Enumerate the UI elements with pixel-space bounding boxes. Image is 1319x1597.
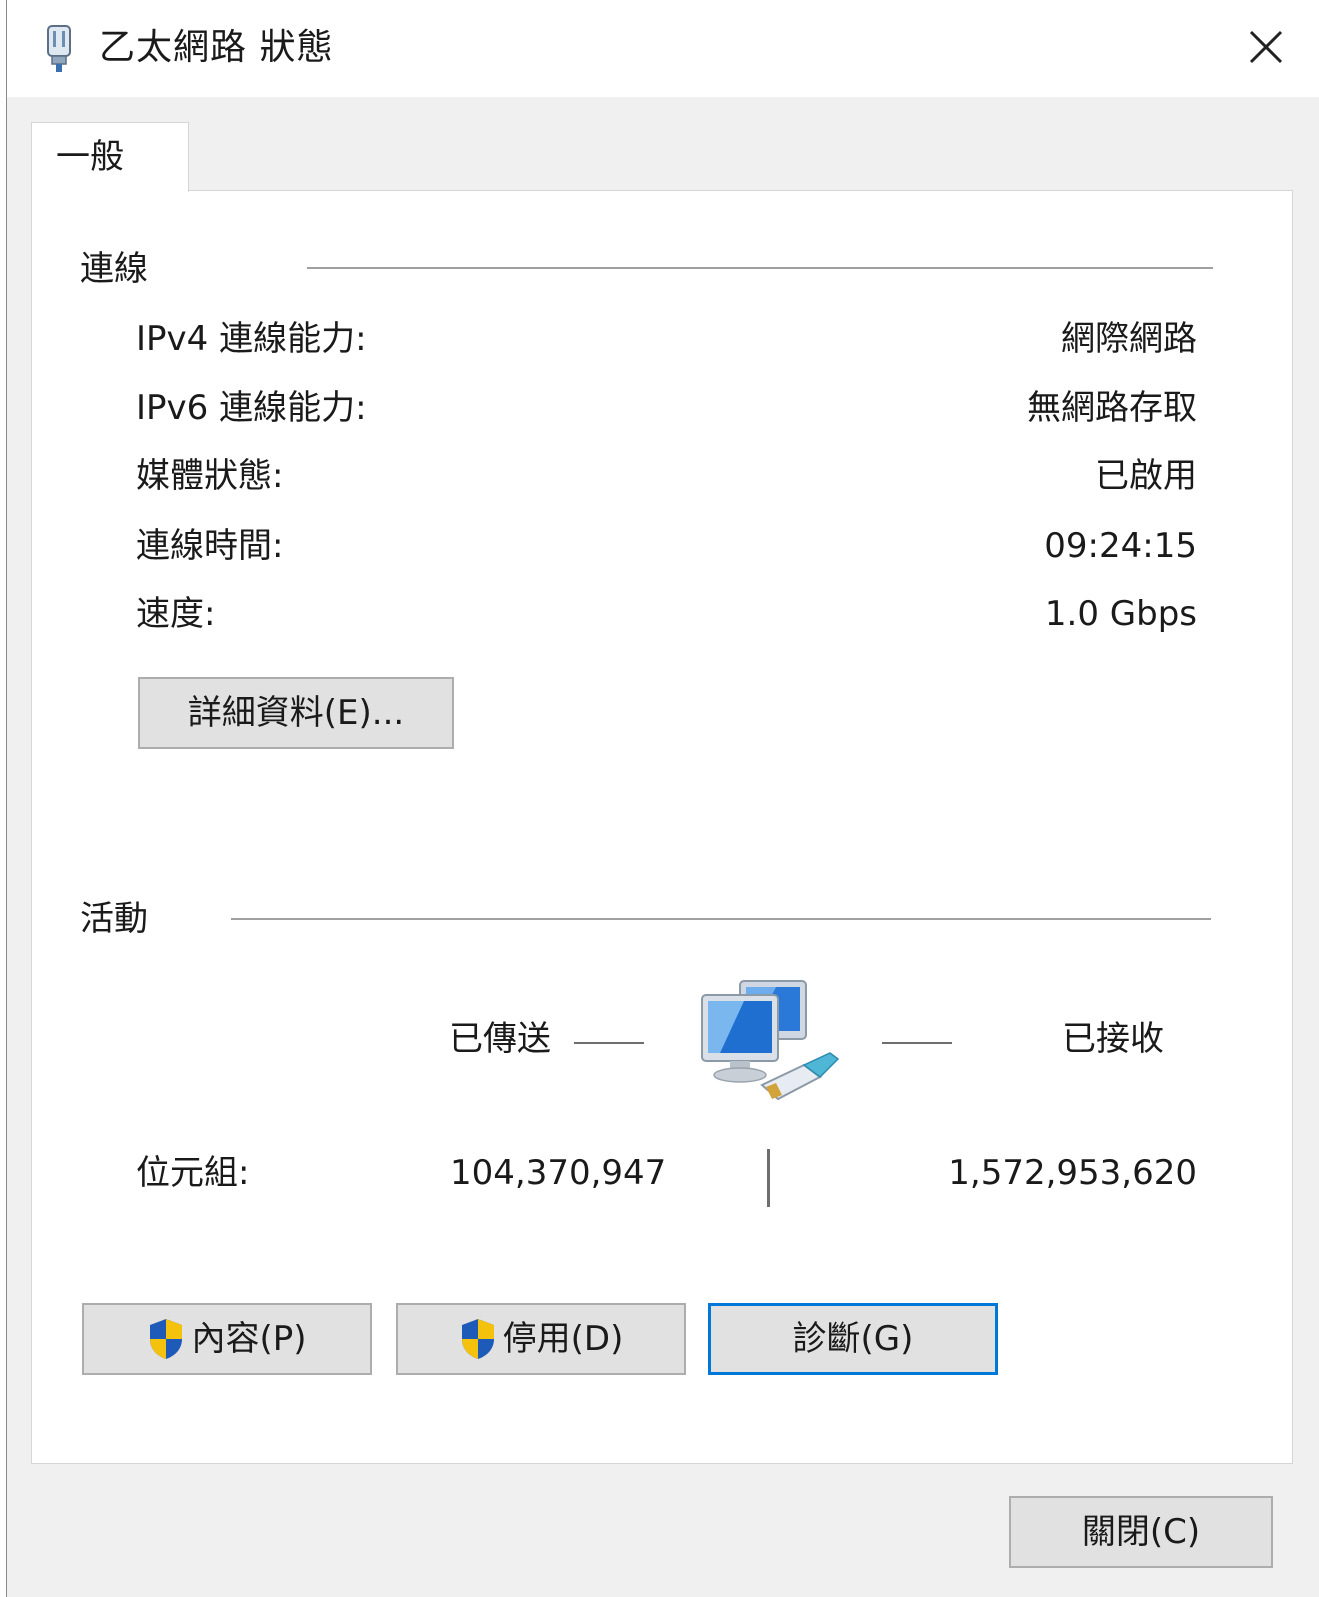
ethernet-adapter-icon xyxy=(47,25,71,72)
details-button-label: 詳細資料(E)... xyxy=(187,693,405,733)
properties-button-label: 內容(P) xyxy=(191,1319,307,1359)
disable-button[interactable]: 停用(D) xyxy=(396,1303,686,1375)
bytes-divider xyxy=(767,1149,770,1207)
duration-label: 連線時間: xyxy=(136,526,284,566)
tab-panel-general: 連線 IPv4 連線能力: 網際網路 IPv6 連線能力: 無網路存取 媒體狀態… xyxy=(31,190,1293,1464)
details-button[interactable]: 詳細資料(E)... xyxy=(138,677,454,749)
sent-dash xyxy=(574,1042,644,1044)
ipv4-value: 網際網路 xyxy=(1061,319,1197,359)
close-button-label: 關閉(C) xyxy=(1081,1512,1201,1552)
connection-divider xyxy=(307,267,1213,269)
duration-value: 09:24:15 xyxy=(1044,526,1197,566)
received-dash xyxy=(882,1042,952,1044)
disable-button-label: 停用(D) xyxy=(502,1319,624,1359)
ipv6-value: 無網路存取 xyxy=(1027,388,1197,428)
speed-value: 1.0 Gbps xyxy=(1044,594,1197,634)
diagnose-button[interactable]: 診斷(G) xyxy=(708,1303,998,1375)
speed-label: 速度: xyxy=(136,594,216,634)
bytes-received-value: 1,572,953,620 xyxy=(948,1153,1197,1193)
ipv6-label: IPv6 連線能力: xyxy=(136,388,367,428)
received-label: 已接收 xyxy=(1062,1019,1164,1059)
media-state-label: 媒體狀態: xyxy=(136,456,284,496)
bytes-label: 位元組: xyxy=(136,1153,250,1193)
close-icon xyxy=(1249,30,1283,64)
network-computers-icon xyxy=(701,980,840,1101)
bytes-sent-value: 104,370,947 xyxy=(450,1153,667,1193)
uac-shield-icon xyxy=(461,1319,494,1359)
ipv4-label: IPv4 連線能力: xyxy=(136,319,367,359)
diagnose-button-label: 診斷(G) xyxy=(792,1319,914,1359)
sent-label: 已傳送 xyxy=(449,1019,551,1059)
properties-button[interactable]: 內容(P) xyxy=(82,1303,372,1375)
title-bar[interactable]: 乙太網路 狀態 xyxy=(7,0,1319,97)
uac-shield-icon xyxy=(150,1319,183,1359)
activity-divider xyxy=(231,918,1211,920)
media-state-value: 已啟用 xyxy=(1095,456,1197,496)
connection-section-title: 連線 xyxy=(80,249,148,289)
tab-general-label: 一般 xyxy=(56,137,124,177)
tab-general[interactable]: 一般 xyxy=(31,122,189,192)
activity-section-title: 活動 xyxy=(80,899,148,939)
close-window-button[interactable] xyxy=(1237,18,1295,76)
status-dialog: 乙太網路 狀態 一般 連線 IPv4 連線能力: 網際網路 IPv6 連線能力:… xyxy=(6,0,1319,1597)
close-button[interactable]: 關閉(C) xyxy=(1009,1496,1273,1568)
window-title: 乙太網路 狀態 xyxy=(99,27,334,68)
